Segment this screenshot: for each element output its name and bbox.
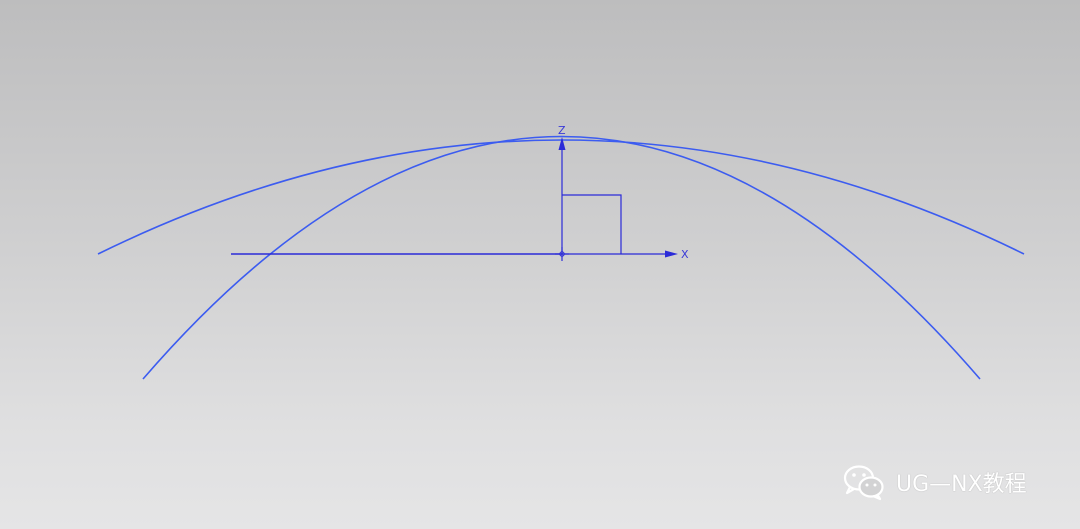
watermark: UG—NX教程 (842, 462, 1027, 502)
graphics-viewport[interactable]: X Z UG—NX教程 (0, 0, 1080, 529)
xz-plane-indicator (562, 194, 622, 254)
x-axis-label: X (681, 248, 689, 261)
wechat-icon (843, 465, 884, 501)
scene-canvas[interactable]: X Z (0, 0, 1080, 529)
x-axis-arrow-icon (665, 250, 678, 258)
outer-arc-curve[interactable] (97, 139, 1025, 255)
z-axis-label: Z (558, 124, 566, 137)
z-axis-arrow-icon (558, 137, 566, 150)
origin-marker-icon (555, 247, 569, 261)
datum-csys-triad[interactable]: X Z (555, 124, 689, 261)
watermark-text: UG—NX教程 (896, 472, 1027, 497)
